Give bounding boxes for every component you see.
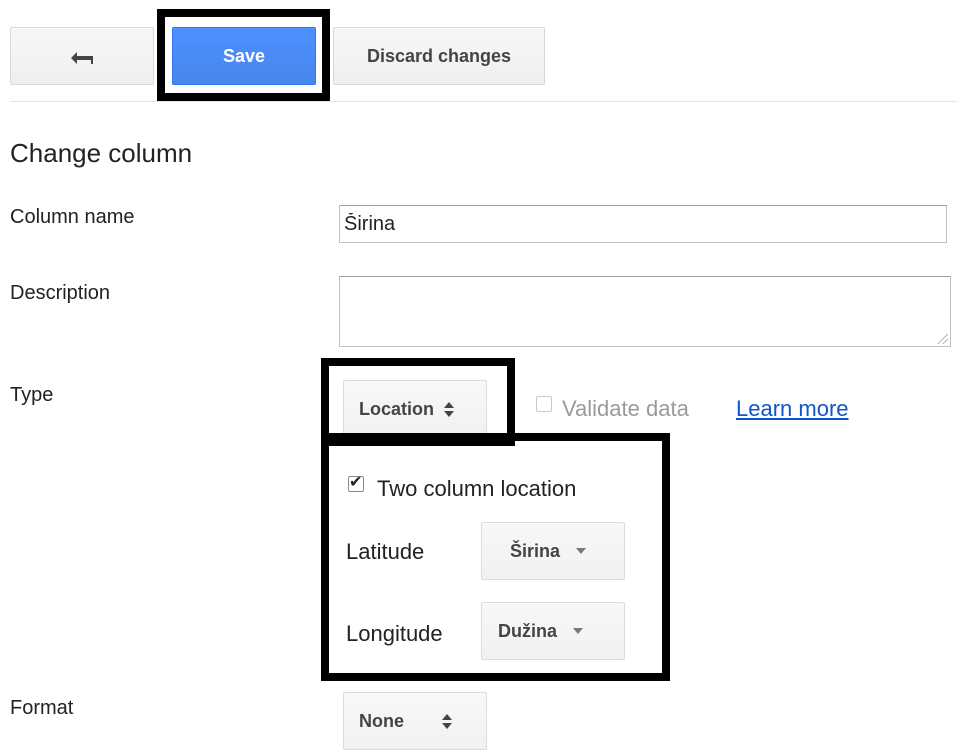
latitude-selected-value: Širina xyxy=(510,540,561,561)
format-selected-value: None xyxy=(359,710,404,731)
latitude-select[interactable]: Širina xyxy=(481,522,625,580)
type-selected-value: Location xyxy=(359,398,434,419)
resize-grip-icon[interactable] xyxy=(938,334,948,344)
format-select[interactable]: None xyxy=(343,692,487,750)
latitude-label: Latitude xyxy=(346,539,425,564)
checkmark-icon: ✔ xyxy=(349,474,363,491)
validate-data-checkbox[interactable] xyxy=(536,396,552,412)
description-textarea[interactable] xyxy=(339,276,951,347)
chevron-down-icon xyxy=(573,628,584,634)
type-label: Type xyxy=(10,384,54,406)
learn-more-link[interactable]: Learn more xyxy=(736,396,849,422)
sort-arrows-icon xyxy=(442,713,452,729)
two-column-location-checkbox[interactable]: ✔ xyxy=(348,474,364,492)
type-select[interactable]: Location xyxy=(343,380,487,438)
longitude-select[interactable]: Dužina xyxy=(481,602,625,660)
description-label: Description xyxy=(10,282,111,304)
two-column-location-label: Two column location xyxy=(377,476,577,501)
validate-data-label: Validate data xyxy=(562,396,689,421)
back-button[interactable] xyxy=(10,27,154,85)
discard-changes-button[interactable]: Discard changes xyxy=(333,27,545,85)
longitude-selected-value: Dužina xyxy=(498,620,558,641)
column-name-input[interactable] xyxy=(339,205,947,243)
chevron-down-icon xyxy=(576,548,587,554)
sort-arrows-icon xyxy=(444,401,454,417)
column-name-label: Column name xyxy=(10,206,135,228)
back-arrow-icon xyxy=(71,52,93,64)
discard-label: Discard changes xyxy=(366,45,512,66)
toolbar-divider xyxy=(10,101,957,102)
format-label: Format xyxy=(10,697,74,719)
save-label: Save xyxy=(222,45,266,66)
page-title: Change column xyxy=(10,138,193,168)
longitude-label: Longitude xyxy=(346,621,443,646)
save-button[interactable]: Save xyxy=(172,27,316,85)
